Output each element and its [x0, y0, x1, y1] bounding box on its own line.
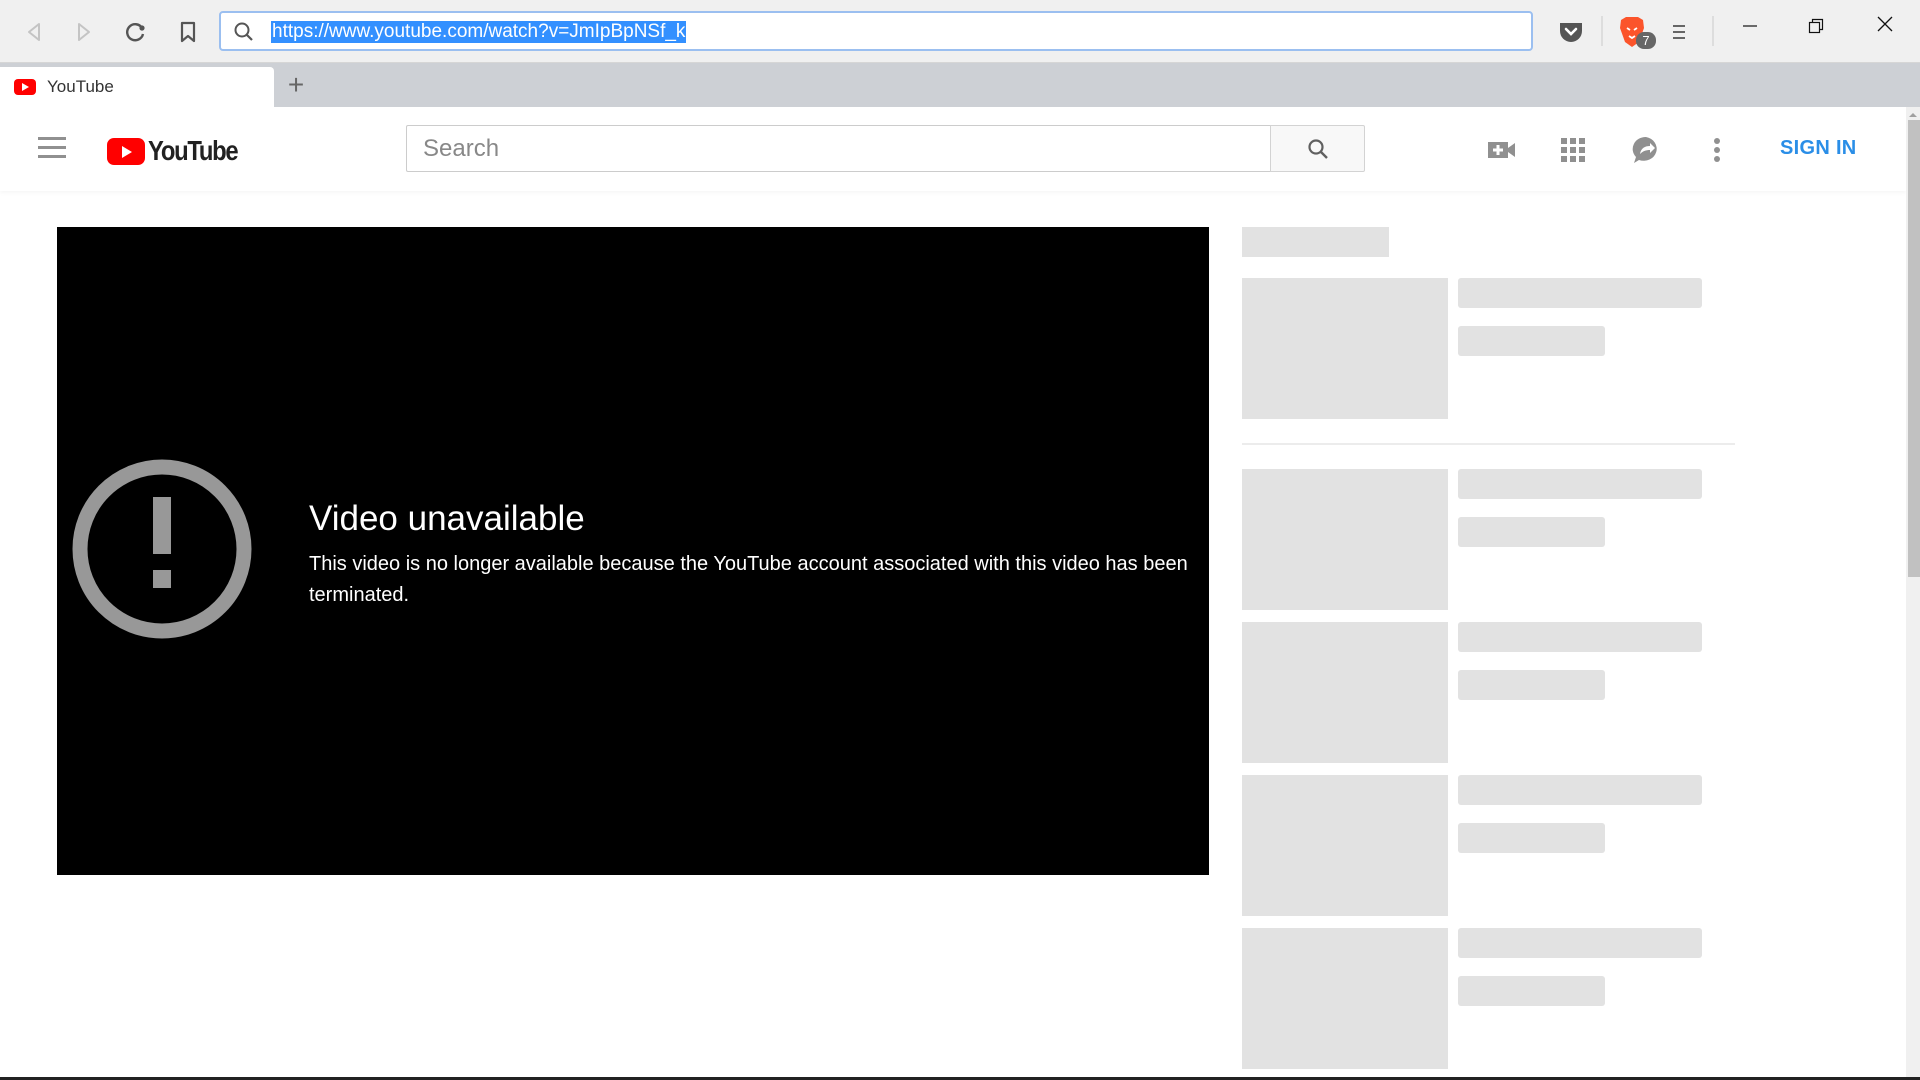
- scroll-up-arrow-icon[interactable]: [1909, 113, 1917, 117]
- tab-title: YouTube: [47, 77, 114, 96]
- title-placeholder: [1458, 278, 1702, 308]
- meta-placeholder: [1458, 517, 1605, 547]
- restore-button[interactable]: [1800, 10, 1832, 42]
- shields-badge: 7: [1636, 32, 1656, 49]
- search-input[interactable]: [407, 126, 1270, 171]
- meta-placeholder: [1458, 670, 1605, 700]
- minimize-icon: [1743, 25, 1757, 27]
- page-scrollbar[interactable]: [1906, 107, 1920, 1077]
- address-bar[interactable]: https://www.youtube.com/watch?v=JmIpBpNS…: [219, 11, 1533, 51]
- brave-shields-button[interactable]: 7: [1616, 16, 1656, 49]
- search-icon: [234, 22, 253, 41]
- sign-in-button[interactable]: SIGN IN: [1780, 137, 1857, 160]
- messages-icon: [1632, 136, 1657, 163]
- create-video-icon: [1488, 142, 1515, 158]
- apps-button[interactable]: [1556, 133, 1590, 167]
- more-vert-icon: [1714, 138, 1720, 162]
- bookmark-button[interactable]: [172, 16, 204, 48]
- sidebar-divider: [1242, 443, 1735, 445]
- title-placeholder: [1458, 622, 1702, 652]
- alert-circle-icon: [72, 459, 252, 639]
- guide-menu-button[interactable]: [38, 137, 66, 159]
- search-button[interactable]: [1270, 125, 1365, 172]
- pocket-icon: [1560, 23, 1582, 42]
- minimize-button[interactable]: [1734, 10, 1766, 42]
- browser-toolbar: https://www.youtube.com/watch?v=JmIpBpNS…: [0, 0, 1920, 63]
- tab-youtube[interactable]: YouTube: [0, 67, 274, 107]
- youtube-masthead: YouTube SIGN IN: [0, 107, 1906, 191]
- title-placeholder: [1458, 775, 1702, 805]
- close-window-button[interactable]: [1869, 8, 1901, 40]
- bookmark-icon: [180, 21, 196, 43]
- restore-icon: [1808, 18, 1824, 34]
- sidebar-header-placeholder: [1242, 227, 1389, 257]
- page-viewport: YouTube SIGN IN Video unavailable This v…: [0, 107, 1906, 1077]
- youtube-logo[interactable]: YouTube: [107, 135, 253, 167]
- meta-placeholder: [1458, 326, 1605, 356]
- video-player[interactable]: Video unavailable This video is no longe…: [57, 227, 1209, 875]
- tab-strip: YouTube +: [0, 63, 1920, 107]
- thumbnail-placeholder: [1242, 469, 1448, 610]
- back-arrow-icon: [28, 23, 40, 41]
- url-text[interactable]: https://www.youtube.com/watch?v=JmIpBpNS…: [271, 21, 687, 43]
- title-placeholder: [1458, 928, 1702, 958]
- pocket-button[interactable]: [1555, 16, 1587, 48]
- new-tab-button[interactable]: +: [282, 71, 310, 99]
- search-box: [406, 125, 1270, 172]
- hamburger-line: [38, 137, 66, 140]
- search-icon: [1307, 138, 1328, 159]
- title-placeholder: [1458, 469, 1702, 499]
- thumbnail-placeholder: [1242, 775, 1448, 916]
- reload-button[interactable]: [120, 16, 152, 48]
- browser-menu-button[interactable]: [1663, 16, 1695, 48]
- messages-button[interactable]: [1629, 133, 1663, 167]
- scrollbar-thumb[interactable]: [1908, 120, 1920, 577]
- toolbar-separator: [1712, 16, 1714, 46]
- thumbnail-placeholder: [1242, 622, 1448, 763]
- thumbnail-placeholder: [1242, 278, 1448, 419]
- more-options-button[interactable]: [1700, 133, 1734, 167]
- forward-arrow-icon: [78, 23, 90, 41]
- hamburger-line: [38, 146, 66, 149]
- meta-placeholder: [1458, 823, 1605, 853]
- hamburger-menu-icon: [1673, 25, 1685, 39]
- youtube-play-icon: [107, 137, 145, 165]
- reload-icon: [126, 23, 145, 42]
- apps-grid-icon: [1561, 138, 1585, 162]
- thumbnail-placeholder: [1242, 928, 1448, 1069]
- hamburger-line: [38, 155, 66, 158]
- forward-button[interactable]: [68, 16, 100, 48]
- back-button[interactable]: [18, 16, 50, 48]
- error-message: This video is no longer available becaus…: [309, 553, 1188, 606]
- meta-placeholder: [1458, 976, 1605, 1006]
- create-video-button[interactable]: [1485, 133, 1519, 167]
- youtube-favicon-icon: [14, 79, 36, 95]
- error-title: Video unavailable: [309, 499, 585, 538]
- logo-text: YouTube: [148, 135, 239, 166]
- toolbar-separator: [1601, 16, 1603, 46]
- close-icon: [1877, 16, 1893, 32]
